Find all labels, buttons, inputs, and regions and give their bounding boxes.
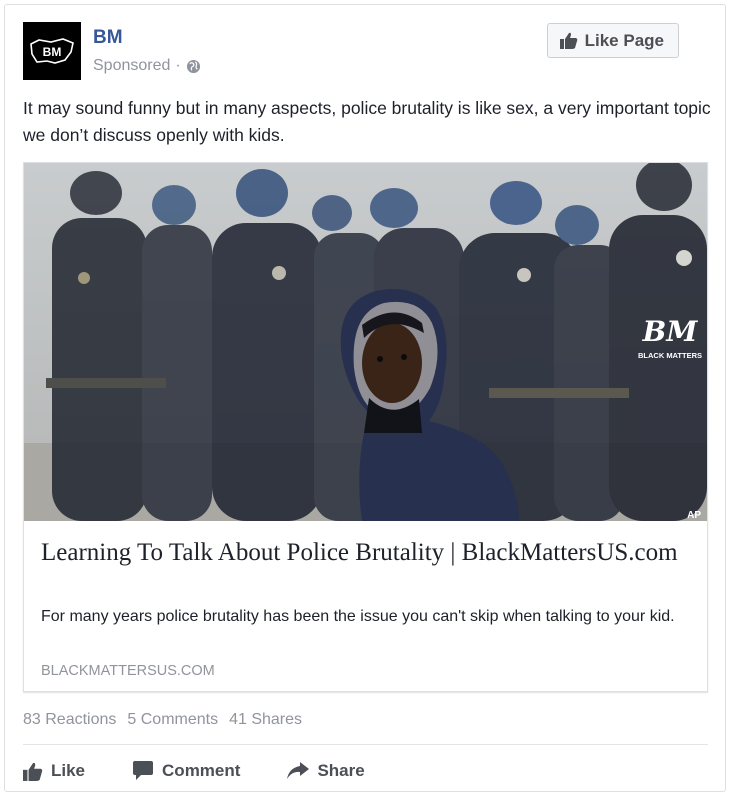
- share-label: Share: [317, 761, 365, 780]
- bm-logo: BM: [30, 38, 74, 64]
- like-page-button[interactable]: Like Page: [546, 23, 679, 58]
- globe-icon[interactable]: [186, 59, 201, 74]
- link-title[interactable]: Learning To Talk About Police Brutality …: [41, 537, 681, 569]
- share-button[interactable]: Share: [287, 761, 365, 781]
- share-icon: [287, 762, 310, 780]
- link-domain: BLACKMATTERSUS.COM: [41, 663, 215, 679]
- comments-count[interactable]: 5 Comments: [127, 711, 218, 729]
- shares-count[interactable]: 41 Shares: [229, 711, 302, 729]
- photo-credit: AP: [687, 510, 701, 521]
- post-meta: Sponsored ·: [93, 57, 201, 75]
- image-watermark-sub: BLACK MATTERS: [638, 351, 702, 360]
- link-image[interactable]: BM BLACK MATTERS AP: [24, 163, 707, 521]
- like-button[interactable]: Like: [23, 761, 85, 781]
- page-avatar[interactable]: BM: [23, 22, 81, 80]
- divider: [23, 744, 708, 745]
- photo-police-line-child: BM BLACK MATTERS: [24, 163, 707, 521]
- like-page-label: Like Page: [584, 30, 664, 50]
- ad-post-card: BM BM Sponsored · Like Page It may sound…: [4, 4, 726, 792]
- thumbs-up-icon: [559, 32, 578, 49]
- comment-label: Comment: [162, 761, 241, 780]
- page-name-link[interactable]: BM: [93, 27, 123, 49]
- reactions-count[interactable]: 83 Reactions: [23, 711, 116, 729]
- svg-text:BM: BM: [43, 45, 62, 59]
- comment-icon: [132, 761, 154, 781]
- post-actions: Like Comment Share: [23, 753, 708, 789]
- link-preview[interactable]: BM BLACK MATTERS AP Learning To Talk Abo…: [23, 162, 708, 692]
- like-label: Like: [51, 761, 86, 780]
- engagement-stats: 83 Reactions 5 Comments 41 Shares: [23, 711, 302, 729]
- sponsored-label[interactable]: Sponsored: [93, 57, 170, 75]
- link-description: For many years police brutality has been…: [41, 608, 675, 625]
- thumbs-up-icon: [23, 762, 43, 781]
- meta-separator: ·: [175, 57, 181, 74]
- comment-button[interactable]: Comment: [132, 761, 240, 781]
- image-watermark: BM: [642, 315, 699, 348]
- post-message: It may sound funny but in many aspects, …: [23, 98, 711, 145]
